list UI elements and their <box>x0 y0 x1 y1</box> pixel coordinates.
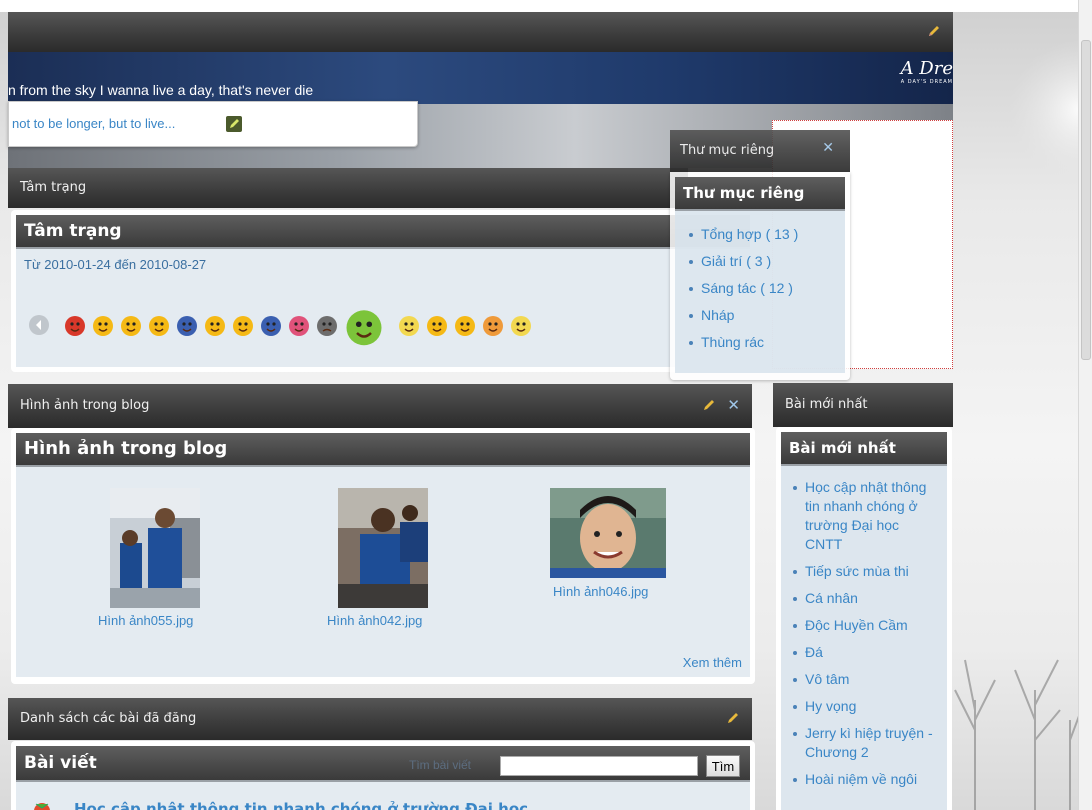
latest-list: Học cập nhật thông tin nhanh chóng ở trư… <box>781 466 947 789</box>
close-photos-icon[interactable]: ✕ <box>727 396 740 414</box>
folder-label[interactable]: Thùng rác <box>701 334 764 350</box>
close-folders-icon[interactable]: ✕ <box>822 140 834 156</box>
folder-count: ( 13 ) <box>765 226 799 242</box>
latest-post-item[interactable]: Hy vọng <box>789 697 937 716</box>
happy-emoticon[interactable] <box>425 313 449 337</box>
laughing-emoticon[interactable] <box>509 313 533 337</box>
latest-post-item[interactable]: Độc Huyền Cầm <box>789 616 937 635</box>
photo-thumbnail[interactable] <box>338 488 428 608</box>
edit-header-icon[interactable] <box>927 24 941 42</box>
site-logo-text: A Dre <box>900 58 953 79</box>
motto-box: not to be longer, but to live... <box>8 101 418 147</box>
folders-inner: Thư mục riêng Tổng hợp( 13 ) Giải trí( 3 … <box>675 177 845 373</box>
mood-panel-header: Tâm trạng <box>8 168 688 208</box>
embarrassed-emoticon[interactable] <box>481 313 505 337</box>
search-label: Tìm bài viết <box>409 758 472 772</box>
folders-popup-body: Thư mục riêng Tổng hợp( 13 ) Giải trí( 3 … <box>670 172 850 380</box>
mood-panel-body: Tâm trạng Từ 2010-01-24 đến 2010-08-27 <box>11 210 755 372</box>
happy-emoticon[interactable] <box>147 313 171 337</box>
big-green-emoticon[interactable] <box>343 305 385 347</box>
header-banner: n from the sky I wanna live a day, that'… <box>8 52 953 104</box>
emoticon-strip <box>23 305 743 349</box>
angry-emoticon[interactable] <box>63 313 87 337</box>
photo-caption[interactable]: Hình ảnh042.jpg <box>327 613 422 628</box>
emoticon-row <box>63 310 683 353</box>
posts-panel-body: Bài viết Tìm bài viết Tìm Học cập nhật t… <box>11 741 755 810</box>
crying-emoticon[interactable] <box>259 313 283 337</box>
latest-inner-title: Bài mới nhất <box>781 432 947 466</box>
photo-thumbnail[interactable] <box>110 488 200 608</box>
posts-panel-header: Danh sách các bài đã đăng <box>8 698 752 740</box>
latest-post-item[interactable]: Cá nhân <box>789 589 937 608</box>
happy-emoticon[interactable] <box>231 313 255 337</box>
page-scrollbar[interactable] <box>1078 0 1092 810</box>
search-button[interactable]: Tìm <box>706 755 740 777</box>
happy-emoticon[interactable] <box>203 313 227 337</box>
latest-post-item[interactable]: Học cập nhật thông tin nhanh chóng ở trư… <box>789 478 937 554</box>
mood-panel-title: Tâm trạng <box>20 180 87 195</box>
search-input[interactable] <box>500 756 698 776</box>
photo-thumbnail[interactable] <box>550 488 666 578</box>
photos-panel-header: Hình ảnh trong blog ✕ <box>8 384 752 428</box>
folder-count: ( 3 ) <box>746 253 772 269</box>
laughing-emoticon[interactable] <box>397 313 421 337</box>
latest-post-item[interactable]: Vô tâm <box>789 670 937 689</box>
folders-popup-header: Thư mục riêng ✕ <box>670 130 850 172</box>
folder-label[interactable]: Sáng tác <box>701 280 756 296</box>
latest-post-item[interactable]: Hoài niệm về ngôi <box>789 770 937 789</box>
kiss-emoticon[interactable] <box>287 313 311 337</box>
folder-item[interactable]: Giải trí( 3 ) <box>685 252 839 271</box>
edit-photos-icon[interactable] <box>702 398 716 416</box>
folder-label[interactable]: Tổng hợp <box>701 226 762 242</box>
header-slogan: n from the sky I wanna live a day, that'… <box>8 82 314 98</box>
latest-post-item[interactable]: Jerry kì hiệp truyện - Chương 2 <box>789 724 937 762</box>
folder-item[interactable]: Tổng hợp( 13 ) <box>685 225 839 244</box>
crying-emoticon[interactable] <box>175 313 199 337</box>
folder-count: ( 12 ) <box>760 280 793 296</box>
latest-post-item[interactable]: Đá <box>789 643 937 662</box>
mood-inner-title: Tâm trạng <box>16 215 750 249</box>
first-post-title[interactable]: Học cập nhật thông tin nhanh chóng ở trư… <box>74 800 528 810</box>
folders-list: Tổng hợp( 13 ) Giải trí( 3 ) Sáng tác( 12 … <box>675 211 845 352</box>
posts-inner: Bài viết Tìm bài viết Tìm Học cập nhật t… <box>16 746 750 810</box>
photo-caption[interactable]: Hình ảnh055.jpg <box>98 613 193 628</box>
top-bar <box>8 12 953 52</box>
edit-posts-icon[interactable] <box>726 711 740 729</box>
folder-label[interactable]: Giải trí <box>701 253 742 269</box>
posts-panel-title: Danh sách các bài đã đăng <box>20 711 197 726</box>
latest-panel-header: Bài mới nhất <box>773 383 953 427</box>
edit-motto-icon[interactable] <box>226 116 242 132</box>
latest-inner: Bài mới nhất Học cập nhật thông tin nhan… <box>781 432 947 810</box>
scroll-left-icon[interactable] <box>29 315 49 335</box>
happy-emoticon[interactable] <box>91 313 115 337</box>
latest-post-item[interactable]: Tiếp sức mùa thi <box>789 562 937 581</box>
view-more-link[interactable]: Xem thêm <box>683 655 742 670</box>
happy-emoticon[interactable] <box>119 313 143 337</box>
mood-date-range: Từ 2010-01-24 đến 2010-08-27 <box>24 257 207 272</box>
photos-inner-title: Hình ảnh trong blog <box>16 433 750 467</box>
latest-panel-body: Bài mới nhất Học cập nhật thông tin nhan… <box>776 427 952 810</box>
scrollbar-thumb[interactable] <box>1081 40 1091 360</box>
photos-panel-title: Hình ảnh trong blog <box>20 398 150 413</box>
folders-inner-title: Thư mục riêng <box>675 177 845 211</box>
site-logo: A Dre A DAY'S DREAM <box>901 58 953 85</box>
motto-text: not to be longer, but to live... <box>12 116 176 131</box>
photos-panel-body: Hình ảnh trong blog Hình ảnh055.jpg Hình… <box>11 428 755 684</box>
photo-caption[interactable]: Hình ảnh046.jpg <box>553 584 648 599</box>
folder-label[interactable]: Nháp <box>701 307 734 323</box>
post-icon <box>32 800 52 810</box>
photos-inner: Hình ảnh trong blog Hình ảnh055.jpg Hình… <box>16 433 750 677</box>
latest-panel-title: Bài mới nhất <box>785 397 868 412</box>
mood-inner: Tâm trạng Từ 2010-01-24 đến 2010-08-27 <box>16 215 750 367</box>
folder-item[interactable]: Sáng tác( 12 ) <box>685 279 839 298</box>
folder-item[interactable]: Thùng rác <box>685 333 839 352</box>
folder-item[interactable]: Nháp <box>685 306 839 325</box>
sad-emoticon[interactable] <box>315 313 339 337</box>
site-logo-subtext: A DAY'S DREAM <box>900 79 953 85</box>
happy-emoticon[interactable] <box>453 313 477 337</box>
